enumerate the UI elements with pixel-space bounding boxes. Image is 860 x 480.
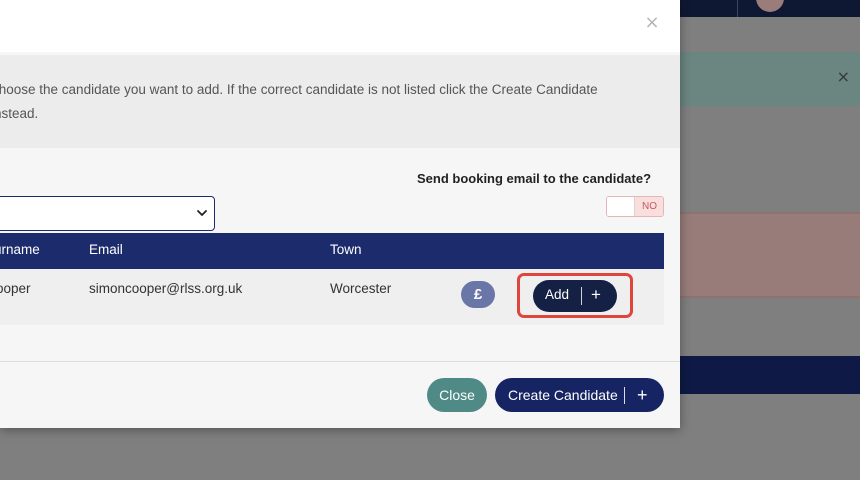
- background-top-bar: [680, 0, 860, 17]
- background-warning-alert: [680, 212, 860, 298]
- add-candidate-modal: × choose the candidate you want to add. …: [0, 0, 680, 428]
- plus-icon: +: [637, 385, 648, 405]
- create-candidate-label: Create Candidate: [508, 387, 618, 403]
- close-button[interactable]: Close: [427, 378, 487, 412]
- cell-email: simoncooper@rlss.org.uk: [89, 281, 243, 296]
- add-button-label: Add: [545, 287, 570, 302]
- close-icon[interactable]: ×: [642, 13, 662, 33]
- send-email-toggle[interactable]: NO: [606, 196, 664, 217]
- add-candidate-button[interactable]: Add +: [533, 280, 617, 312]
- cell-town: Worcester: [330, 281, 392, 296]
- background-nav-bar: [680, 356, 860, 394]
- info-text-line-1: choose the candidate you want to add. If…: [0, 82, 598, 97]
- create-button-divider: [624, 387, 625, 404]
- column-header-surname: urname: [0, 242, 40, 257]
- avatar[interactable]: [756, 0, 784, 12]
- info-text-line-2: nstead.: [0, 106, 39, 121]
- alert-close-icon[interactable]: ×: [837, 67, 850, 87]
- column-header-email: Email: [89, 242, 123, 257]
- column-header-town: Town: [330, 242, 362, 257]
- modal-header: ×: [0, 0, 680, 52]
- create-candidate-button[interactable]: Create Candidate +: [495, 378, 664, 412]
- info-message: choose the candidate you want to add. If…: [0, 55, 680, 148]
- table-row: ooper simoncooper@rlss.org.uk Worcester …: [0, 269, 664, 325]
- modal-footer-divider: [0, 361, 680, 362]
- send-email-label: Send booking email to the candidate?: [417, 171, 652, 186]
- plus-icon: +: [591, 285, 601, 304]
- info-text: choose the candidate you want to add. If…: [0, 78, 640, 126]
- candidate-select[interactable]: [0, 196, 215, 231]
- table-header: urname Email Town: [0, 233, 664, 269]
- chevron-down-icon: [197, 210, 207, 216]
- add-button-divider: [581, 287, 582, 305]
- background-top-bar-divider: [737, 0, 738, 17]
- pound-icon: £: [461, 281, 495, 308]
- cell-surname: ooper: [0, 281, 31, 296]
- background-info-alert: ×: [680, 52, 860, 106]
- toggle-state: NO: [635, 197, 663, 216]
- toggle-knob: [607, 197, 635, 216]
